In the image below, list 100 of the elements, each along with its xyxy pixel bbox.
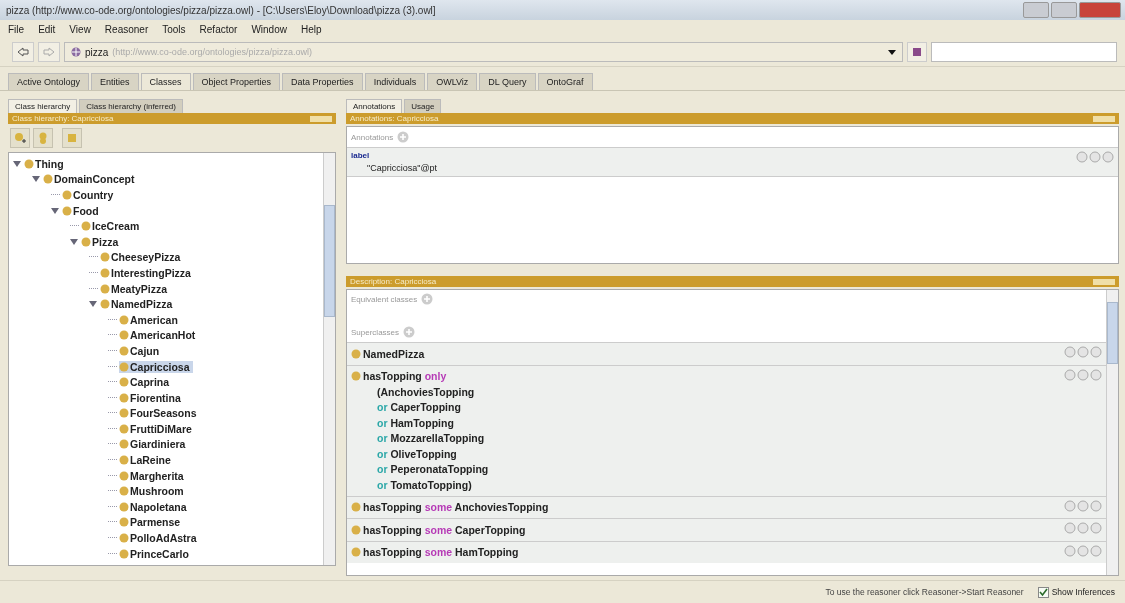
expand-arrow-icon[interactable] <box>89 300 98 309</box>
class-icon <box>24 158 34 169</box>
delete-class-button[interactable] <box>62 128 82 148</box>
row-action-icon[interactable] <box>1064 544 1076 557</box>
add-icon[interactable] <box>397 131 410 143</box>
menu-item[interactable]: Help <box>300 23 322 35</box>
row-action-icon[interactable] <box>1090 346 1102 358</box>
close-button[interactable] <box>1079 2 1121 18</box>
row-action-icon[interactable] <box>1064 522 1076 534</box>
menu-item[interactable]: Tools <box>162 23 186 35</box>
menu-item[interactable]: Edit <box>38 23 56 35</box>
class-node[interactable]: CheeseyPizza <box>100 251 184 264</box>
expand-arrow-icon[interactable] <box>32 175 41 184</box>
row-action-icon[interactable] <box>1064 346 1076 358</box>
tab[interactable]: Entities <box>91 73 139 90</box>
class-node[interactable]: FruttiDiMare <box>119 422 195 435</box>
row-action-icon[interactable] <box>1090 544 1102 557</box>
tab[interactable]: Data Properties <box>282 73 363 90</box>
row-action-icon[interactable] <box>1089 151 1101 163</box>
class-node[interactable]: DomainConcept <box>43 173 138 186</box>
class-node[interactable]: Margherita <box>119 469 187 482</box>
class-node[interactable]: Capricciosa <box>119 360 193 373</box>
ontology-selector[interactable]: pizza (http://www.co-ode.org/ontologies/pizza/pizza.owl) <box>64 42 903 62</box>
row-action-icon[interactable] <box>1090 499 1102 512</box>
row-action-icon[interactable] <box>1077 522 1089 534</box>
tab[interactable]: Annotations <box>346 99 403 113</box>
scroll-bar[interactable] <box>323 153 335 565</box>
tab[interactable]: Active Ontology <box>8 73 90 90</box>
add-icon[interactable] <box>403 326 416 338</box>
back-button[interactable] <box>12 42 34 62</box>
menu-item[interactable]: View <box>69 23 91 35</box>
add-sibling-button[interactable] <box>33 128 53 148</box>
row-action-icon[interactable] <box>1077 499 1089 512</box>
tab[interactable]: OntoGraf <box>537 73 593 90</box>
class-icon <box>81 221 91 232</box>
class-node[interactable]: Caprina <box>119 376 173 389</box>
tab[interactable]: Class hierarchy (inferred) <box>79 99 183 113</box>
maximize-button[interactable] <box>1051 2 1077 18</box>
expand-arrow-icon[interactable] <box>70 237 79 246</box>
ontology-icon <box>71 47 81 57</box>
tab[interactable]: Individuals <box>364 73 426 90</box>
row-action-icon[interactable] <box>1064 368 1076 381</box>
class-node[interactable]: Pizza <box>81 235 122 248</box>
add-subclass-button[interactable] <box>10 128 30 148</box>
search-field[interactable] <box>931 42 1117 62</box>
class-node[interactable]: MeatyPizza <box>100 282 171 295</box>
expand-arrow-icon[interactable] <box>13 159 22 168</box>
menu-item[interactable]: Window <box>251 23 287 35</box>
forward-button[interactable] <box>38 42 60 62</box>
view-controls-icon[interactable] <box>1093 278 1115 285</box>
class-plus-icon <box>14 132 26 144</box>
tab[interactable]: Classes <box>140 73 191 90</box>
tab[interactable]: Usage <box>404 99 442 113</box>
view-controls-icon[interactable] <box>1093 115 1115 122</box>
checkbox[interactable] <box>1037 586 1049 598</box>
class-node[interactable]: Mushroom <box>119 485 187 498</box>
class-expression: hasTopping only <box>363 370 447 383</box>
class-node[interactable]: InterestingPizza <box>100 266 194 279</box>
menu-item[interactable]: Reasoner <box>104 23 149 35</box>
class-node[interactable]: Fiorentina <box>119 391 184 404</box>
class-node[interactable]: PrinceCarlo <box>119 547 192 560</box>
class-node[interactable]: AmericanHot <box>119 329 199 342</box>
tab[interactable]: Object Properties <box>192 73 281 90</box>
menu-item[interactable]: Refactor <box>199 23 238 35</box>
class-node[interactable]: Giardiniera <box>119 438 189 451</box>
class-sibling-icon <box>37 132 49 144</box>
scroll-bar[interactable] <box>1106 290 1118 575</box>
view-controls-icon[interactable] <box>310 115 332 122</box>
minimize-button[interactable] <box>1023 2 1049 18</box>
row-action-icon[interactable] <box>1077 368 1089 381</box>
menu-item[interactable]: File <box>8 23 25 35</box>
dropdown-caret-icon <box>888 49 896 55</box>
class-node[interactable]: Cajun <box>119 344 163 357</box>
class-node[interactable]: FourSeasons <box>119 407 200 420</box>
class-node[interactable]: Food <box>62 204 102 217</box>
class-icon <box>100 267 110 278</box>
class-node[interactable]: Parmense <box>119 516 184 529</box>
class-node[interactable]: American <box>119 313 181 326</box>
class-node[interactable]: IceCream <box>81 220 143 233</box>
row-action-icon[interactable] <box>1064 499 1076 512</box>
row-action-icon[interactable] <box>1102 151 1114 163</box>
class-node[interactable]: PolloAdAstra <box>119 532 200 545</box>
class-node[interactable]: Thing <box>24 157 67 170</box>
expand-arrow-icon[interactable] <box>51 206 60 215</box>
class-node[interactable]: Napoletana <box>119 500 190 513</box>
class-node[interactable]: NamedPizza <box>100 298 176 311</box>
tab[interactable]: Class hierarchy <box>8 99 78 113</box>
row-action-icon[interactable] <box>1076 151 1088 163</box>
class-expression: (AnchoviesTopping <box>377 385 475 398</box>
row-action-icon[interactable] <box>1090 368 1102 381</box>
class-node[interactable]: LaReine <box>119 454 174 467</box>
add-icon[interactable] <box>421 293 434 305</box>
view-title: Class hierarchy: Capricciosa <box>12 114 114 123</box>
row-action-icon[interactable] <box>1077 544 1089 557</box>
tab[interactable]: DL Query <box>479 73 536 90</box>
row-action-icon[interactable] <box>1077 346 1089 358</box>
class-node[interactable]: Country <box>62 189 117 201</box>
tab[interactable]: OWLViz <box>427 73 478 90</box>
class-icon <box>351 371 361 382</box>
row-action-icon[interactable] <box>1090 522 1102 534</box>
